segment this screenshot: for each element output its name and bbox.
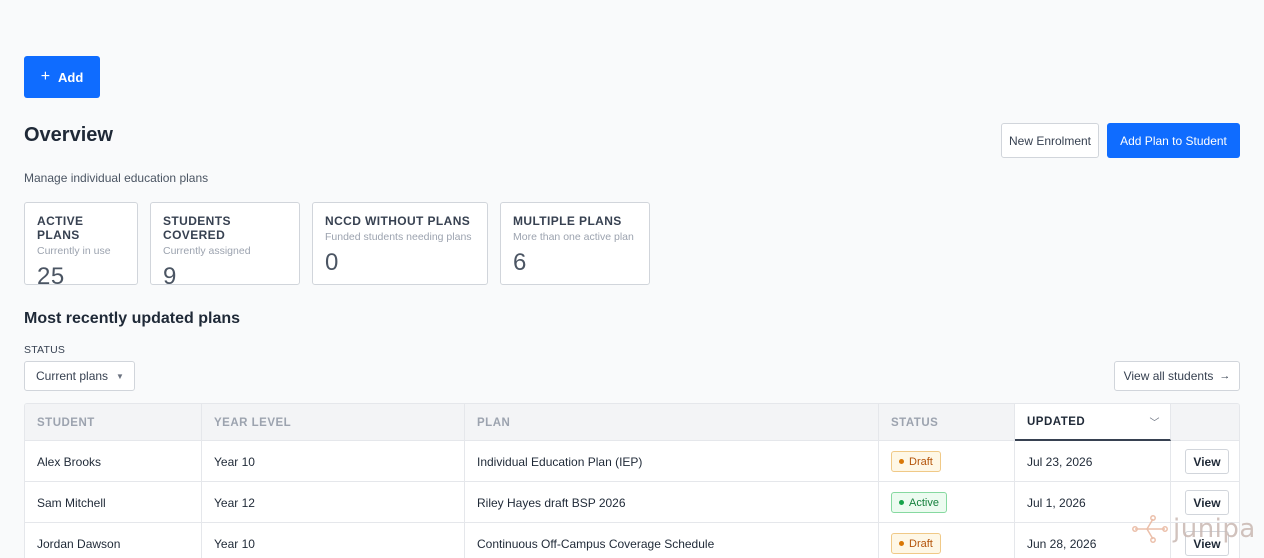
status-dot-icon xyxy=(899,459,904,464)
stat-sublabel: Funded students needing plans xyxy=(325,231,472,243)
section-title: Most recently updated plans xyxy=(24,310,241,327)
add-button-label: Add xyxy=(58,69,84,85)
status-badge: Active xyxy=(891,492,947,513)
stat-label: STUDENTS COVERED xyxy=(163,214,231,242)
stat-card-multiple-plans: MULTIPLE PLANS More than one active plan… xyxy=(500,202,650,285)
status-filter-select[interactable]: Current plans ▼ xyxy=(24,361,135,391)
view-all-students-button[interactable]: View all students → xyxy=(1114,361,1240,391)
stat-label: MULTIPLE PLANS xyxy=(513,214,622,228)
stat-card-nccd-without-plans: NCCD WITHOUT PLANS Funded students needi… xyxy=(312,202,488,285)
column-header-actions xyxy=(1171,404,1239,441)
cell-plan: Continuous Off-Campus Coverage Schedule xyxy=(465,523,879,558)
arrow-right-icon: → xyxy=(1219,370,1231,382)
stat-card-students-covered: STUDENTS COVERED Currently assigned 9 xyxy=(150,202,300,290)
stat-label: NCCD WITHOUT PLANS xyxy=(325,214,471,228)
status-dot-icon xyxy=(899,500,904,505)
column-header-updated[interactable]: UPDATED ﹀ xyxy=(1015,404,1171,441)
cell-status: Draft xyxy=(879,441,1015,482)
junipa-logo-icon xyxy=(1132,515,1168,543)
cell-year-level: Year 10 xyxy=(202,441,465,482)
caret-down-icon: ▼ xyxy=(116,371,124,381)
status-filter-label: STATUS xyxy=(24,344,66,356)
view-all-students-label: View all students xyxy=(1123,369,1214,383)
cell-status: Draft xyxy=(879,523,1015,558)
page-subtitle: Manage individual education plans xyxy=(24,171,209,185)
plus-icon: + xyxy=(40,68,51,85)
page: + Add Overview Manage individual educati… xyxy=(0,0,1264,558)
column-header-plan[interactable]: PLAN xyxy=(465,404,879,441)
stat-sublabel: Currently in use xyxy=(37,245,111,257)
cell-status: Active xyxy=(879,482,1015,523)
status-dot-icon xyxy=(899,541,904,546)
cell-plan: Riley Hayes draft BSP 2026 xyxy=(465,482,879,523)
view-button[interactable]: View xyxy=(1185,490,1229,515)
column-header-student[interactable]: STUDENT xyxy=(25,404,202,441)
add-button[interactable]: + Add xyxy=(24,56,100,98)
status-badge: Draft xyxy=(891,533,941,554)
stat-sublabel: More than one active plan xyxy=(513,231,634,243)
chevron-down-icon: ﹀ xyxy=(1149,418,1160,429)
plans-table: STUDENT YEAR LEVEL PLAN STATUS UPDATED ﹀… xyxy=(24,403,1240,558)
stat-value: 0 xyxy=(325,249,339,276)
stat-sublabel: Currently assigned xyxy=(163,245,251,257)
add-plan-to-student-button[interactable]: Add Plan to Student xyxy=(1107,123,1240,158)
cell-year-level: Year 12 xyxy=(202,482,465,523)
cell-actions: View xyxy=(1171,441,1239,482)
new-enrolment-button[interactable]: New Enrolment xyxy=(1001,123,1099,158)
status-filter-value: Current plans xyxy=(36,369,109,383)
cell-student: Jordan Dawson xyxy=(25,523,202,558)
status-badge: Draft xyxy=(891,451,941,472)
cell-student: Sam Mitchell xyxy=(25,482,202,523)
table-header: STUDENT YEAR LEVEL PLAN STATUS UPDATED ﹀ xyxy=(25,404,1239,441)
column-header-year-level[interactable]: YEAR LEVEL xyxy=(202,404,465,441)
cell-year-level: Year 10 xyxy=(202,523,465,558)
stat-value: 6 xyxy=(513,249,527,276)
cell-plan: Individual Education Plan (IEP) xyxy=(465,441,879,482)
view-button[interactable]: View xyxy=(1185,449,1229,474)
stat-card-active-plans: ACTIVE PLANS Currently in use 25 xyxy=(24,202,138,290)
status-badge-label: Draft xyxy=(909,455,933,468)
junipa-watermark: junipa xyxy=(1131,513,1256,545)
table-row: Sam Mitchell Year 12 Riley Hayes draft B… xyxy=(25,482,1239,523)
stat-value: 25 xyxy=(37,263,65,290)
column-header-status[interactable]: STATUS xyxy=(879,404,1015,441)
stat-value: 9 xyxy=(163,263,177,290)
table-row: Alex Brooks Year 10 Individual Education… xyxy=(25,441,1239,482)
cell-updated: Jul 23, 2026 xyxy=(1015,441,1171,482)
column-header-updated-label: UPDATED xyxy=(1027,415,1086,428)
table-row: Jordan Dawson Year 10 Continuous Off-Cam… xyxy=(25,523,1239,558)
stat-label: ACTIVE PLANS xyxy=(37,214,84,242)
watermark-text: junipa xyxy=(1173,514,1256,544)
status-badge-label: Draft xyxy=(909,537,933,550)
cell-student: Alex Brooks xyxy=(25,441,202,482)
status-badge-label: Active xyxy=(909,496,939,509)
page-title: Overview xyxy=(24,124,113,146)
